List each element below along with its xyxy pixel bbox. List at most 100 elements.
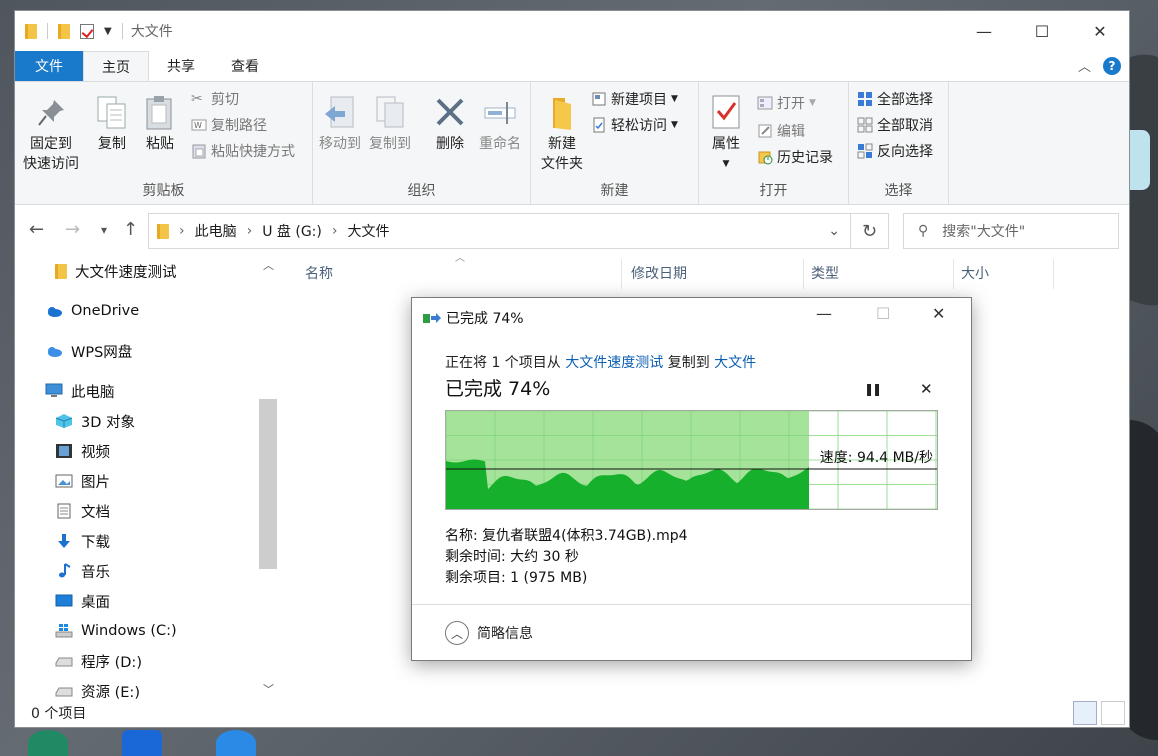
- search-icon: ⚲: [918, 223, 928, 239]
- collapse-ribbon-icon[interactable]: ︿: [1078, 56, 1091, 75]
- nav-item-3d-objects[interactable]: 3D 对象: [55, 409, 135, 433]
- nav-item-program-d[interactable]: 程序 (D:): [55, 649, 142, 673]
- nav-item-label: 图片: [81, 471, 110, 492]
- pause-button[interactable]: ❚❚: [864, 382, 880, 396]
- scroll-up-icon[interactable]: ︿: [263, 257, 274, 273]
- nav-item-speed-test-folder[interactable]: 大文件速度测试: [55, 259, 177, 283]
- properties-check-icon[interactable]: [80, 24, 94, 39]
- dialog-maximize-button[interactable]: ☐: [876, 304, 890, 323]
- tab-file[interactable]: 文件: [15, 51, 83, 81]
- copy-button[interactable]: 复制: [95, 94, 129, 154]
- invert-selection-button[interactable]: 反向选择: [857, 140, 933, 162]
- nav-item-this-pc[interactable]: 此电脑: [45, 379, 115, 403]
- copy-progress-dialog: 已完成 74% — ☐ ✕ 正在将 1 个项目从 大文件速度测试 复制到 大文件…: [411, 297, 972, 661]
- nav-item-desktop[interactable]: 桌面: [55, 589, 110, 613]
- less-details-button[interactable]: ︿ 简略信息: [445, 621, 533, 645]
- customize-dropdown-icon[interactable]: ▼: [104, 26, 112, 37]
- nav-item-documents[interactable]: 文档: [55, 499, 110, 523]
- new-item-button[interactable]: 新建项目 ▼: [591, 88, 678, 110]
- minimize-button[interactable]: —: [955, 11, 1013, 51]
- column-size[interactable]: 大小: [961, 263, 989, 283]
- history-button[interactable]: 历史记录: [757, 146, 833, 168]
- pin-quick-access-button[interactable]: 固定到 快速访问: [23, 94, 79, 174]
- properties-button[interactable]: 属性 ▼: [709, 94, 743, 174]
- nav-scrollbar-thumb[interactable]: [259, 399, 277, 569]
- close-button[interactable]: ✕: [1071, 11, 1129, 51]
- open-button[interactable]: 打开 ▼: [757, 92, 816, 114]
- column-date-modified[interactable]: 修改日期: [631, 263, 687, 283]
- recent-locations-chevron-icon[interactable]: ▾: [101, 223, 107, 237]
- copy-description: 正在将 1 个项目从 大文件速度测试 复制到 大文件: [445, 352, 756, 372]
- details-view-icon[interactable]: [1073, 701, 1097, 725]
- source-folder-link[interactable]: 大文件速度测试: [565, 355, 663, 371]
- nav-item-downloads[interactable]: 下载: [55, 529, 110, 553]
- desktop-icon: [55, 593, 73, 609]
- destination-folder-link[interactable]: 大文件: [714, 355, 756, 371]
- title-bar: ▼ 大文件 — ☐ ✕: [15, 11, 1129, 51]
- breadcrumb-this-pc[interactable]: 此电脑: [195, 221, 237, 241]
- wps-office-icon[interactable]: [122, 730, 162, 756]
- breadcrumb-big-files[interactable]: 大文件: [347, 221, 389, 241]
- maximize-button[interactable]: ☐: [1013, 11, 1071, 51]
- move-to-button[interactable]: 移动到: [319, 94, 361, 154]
- select-none-button[interactable]: 全部取消: [857, 114, 933, 136]
- paste-shortcut-button[interactable]: 粘贴快捷方式: [191, 140, 295, 162]
- search-box[interactable]: ⚲ 搜索"大文件": [903, 213, 1119, 249]
- nav-item-pictures[interactable]: 图片: [55, 469, 110, 493]
- computer-icon: [45, 383, 63, 399]
- feishu-icon[interactable]: [216, 730, 256, 756]
- nav-item-videos[interactable]: 视频: [55, 439, 110, 463]
- edit-button[interactable]: 编辑: [757, 120, 805, 142]
- nav-item-music[interactable]: 音乐: [55, 559, 110, 583]
- column-name[interactable]: 名称: [305, 263, 333, 283]
- drive-icon: [55, 653, 73, 669]
- dialog-close-button[interactable]: ✕: [932, 304, 945, 323]
- edge-browser-icon[interactable]: [28, 730, 68, 756]
- new-folder-button[interactable]: 新建 文件夹: [541, 94, 583, 174]
- back-arrow-icon[interactable]: ←: [29, 219, 44, 240]
- taskbar: [0, 730, 1158, 756]
- refresh-icon[interactable]: ↻: [851, 213, 889, 249]
- forward-arrow-icon[interactable]: →: [65, 219, 80, 240]
- nav-item-windows-c[interactable]: Windows (C:): [55, 619, 177, 643]
- delete-button[interactable]: 删除: [433, 94, 467, 154]
- tab-home[interactable]: 主页: [83, 51, 149, 81]
- invert-selection-label: 反向选择: [877, 141, 933, 161]
- breadcrumb-chevron-icon[interactable]: ›: [247, 223, 253, 239]
- column-type[interactable]: 类型: [811, 263, 839, 283]
- breadcrumb-usb-drive[interactable]: U 盘 (G:): [262, 221, 322, 241]
- help-icon[interactable]: ?: [1103, 57, 1121, 75]
- address-dropdown-chevron-icon[interactable]: ⌄: [828, 223, 840, 239]
- paste-shortcut-label: 粘贴快捷方式: [211, 141, 295, 161]
- copy-path-button[interactable]: W 复制路径: [191, 114, 267, 136]
- address-bar[interactable]: › 此电脑 › U 盘 (G:) › 大文件 ⌄: [148, 213, 851, 249]
- items-remaining-line: 剩余项目: 1 (975 MB): [445, 568, 688, 589]
- rename-button[interactable]: 重命名: [479, 94, 521, 154]
- easy-access-button[interactable]: 轻松访问 ▼: [591, 114, 678, 136]
- scroll-down-icon[interactable]: ﹀: [263, 681, 274, 697]
- large-icons-view-icon[interactable]: [1101, 701, 1125, 725]
- nav-item-wps-drive[interactable]: WPS网盘: [45, 339, 132, 363]
- cancel-copy-button[interactable]: ✕: [920, 380, 933, 398]
- nav-item-label: 音乐: [81, 561, 110, 582]
- clipboard-group-label: 剪贴板: [15, 180, 312, 200]
- cut-button[interactable]: ✂ 剪切: [191, 88, 239, 110]
- dialog-minimize-button[interactable]: —: [816, 304, 832, 323]
- new-group-label: 新建: [531, 180, 698, 200]
- tab-view[interactable]: 查看: [213, 51, 277, 81]
- divider: [953, 259, 954, 289]
- tab-share[interactable]: 共享: [149, 51, 213, 81]
- organize-group-label: 组织: [313, 180, 530, 200]
- copy-to-button[interactable]: 复制到: [369, 94, 411, 154]
- paste-button[interactable]: 粘贴: [143, 94, 177, 154]
- quick-folder-icon[interactable]: [58, 24, 70, 39]
- nav-item-label: 程序 (D:): [81, 651, 142, 672]
- select-all-button[interactable]: 全部选择: [857, 88, 933, 110]
- breadcrumb-chevron-icon[interactable]: ›: [179, 223, 185, 239]
- up-arrow-icon[interactable]: ↑: [123, 219, 138, 240]
- file-list-header: ︿ 名称 修改日期 类型 大小: [293, 259, 1053, 289]
- breadcrumb-chevron-icon[interactable]: ›: [332, 223, 338, 239]
- nav-item-resource-e[interactable]: 资源 (E:): [55, 679, 140, 703]
- paste-label: 粘贴: [146, 134, 174, 154]
- nav-item-onedrive[interactable]: OneDrive: [45, 299, 139, 323]
